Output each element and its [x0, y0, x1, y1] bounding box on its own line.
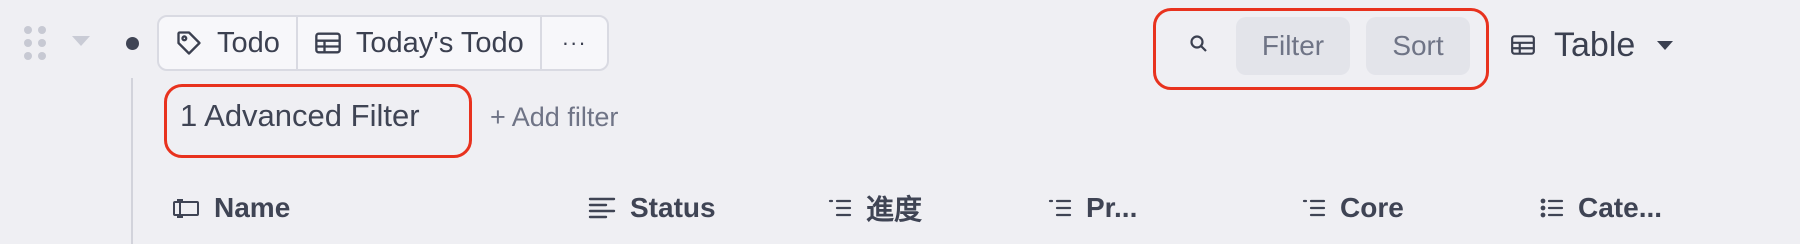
tag-icon — [177, 31, 201, 55]
column-header-label: Cate... — [1578, 192, 1663, 223]
filter-button[interactable]: Filter — [1236, 17, 1350, 75]
bulleted-list-icon — [1540, 198, 1564, 218]
add-filter-button[interactable]: + Add filter — [490, 102, 618, 133]
tag-todo-label: Todo — [217, 26, 280, 59]
column-header-status[interactable]: Status — [588, 188, 716, 228]
align-left-icon — [588, 197, 616, 219]
list-icon — [828, 199, 852, 217]
column-header-label: Status — [630, 192, 716, 223]
column-header-name[interactable]: Name — [172, 188, 290, 228]
view-todays-todo-label: Today's Todo — [355, 26, 524, 59]
sort-button[interactable]: Sort — [1366, 17, 1470, 75]
column-header-core[interactable]: Core — [1302, 188, 1404, 228]
column-header-progress[interactable]: 進度 — [828, 188, 922, 228]
advanced-filter-button[interactable]: 1 Advanced Filter — [180, 98, 420, 134]
list-icon — [1048, 199, 1072, 217]
column-header-label: 進度 — [866, 194, 923, 225]
column-header-label: Name — [214, 192, 291, 223]
list-icon — [1302, 199, 1326, 217]
column-header-label: Pr... — [1086, 192, 1138, 223]
search-icon — [1190, 35, 1207, 52]
view-type-switcher[interactable]: Table — [1510, 20, 1674, 70]
table-icon — [1511, 35, 1535, 55]
column-header-pr[interactable]: Pr... — [1048, 188, 1137, 228]
view-todays-todo[interactable]: Today's Todo — [295, 17, 540, 69]
column-header-category[interactable]: Cate... — [1540, 188, 1662, 228]
view-type-label: Table — [1554, 25, 1636, 64]
collapse-toggle-icon[interactable] — [72, 36, 90, 46]
more-options-button[interactable]: ··· — [539, 17, 607, 69]
nesting-guide-line — [131, 78, 133, 244]
search-button[interactable] — [1178, 26, 1220, 62]
more-icon: ··· — [561, 30, 587, 55]
view-tags-group: Todo Today's Todo ··· — [157, 15, 609, 71]
tag-todo[interactable]: Todo — [159, 17, 296, 69]
chevron-down-icon — [1657, 40, 1674, 50]
column-header-label: Core — [1340, 192, 1404, 223]
table-icon — [315, 32, 341, 54]
drag-handle-icon[interactable] — [24, 26, 48, 60]
bullet-icon[interactable] — [126, 37, 139, 50]
text-field-icon — [173, 199, 199, 218]
